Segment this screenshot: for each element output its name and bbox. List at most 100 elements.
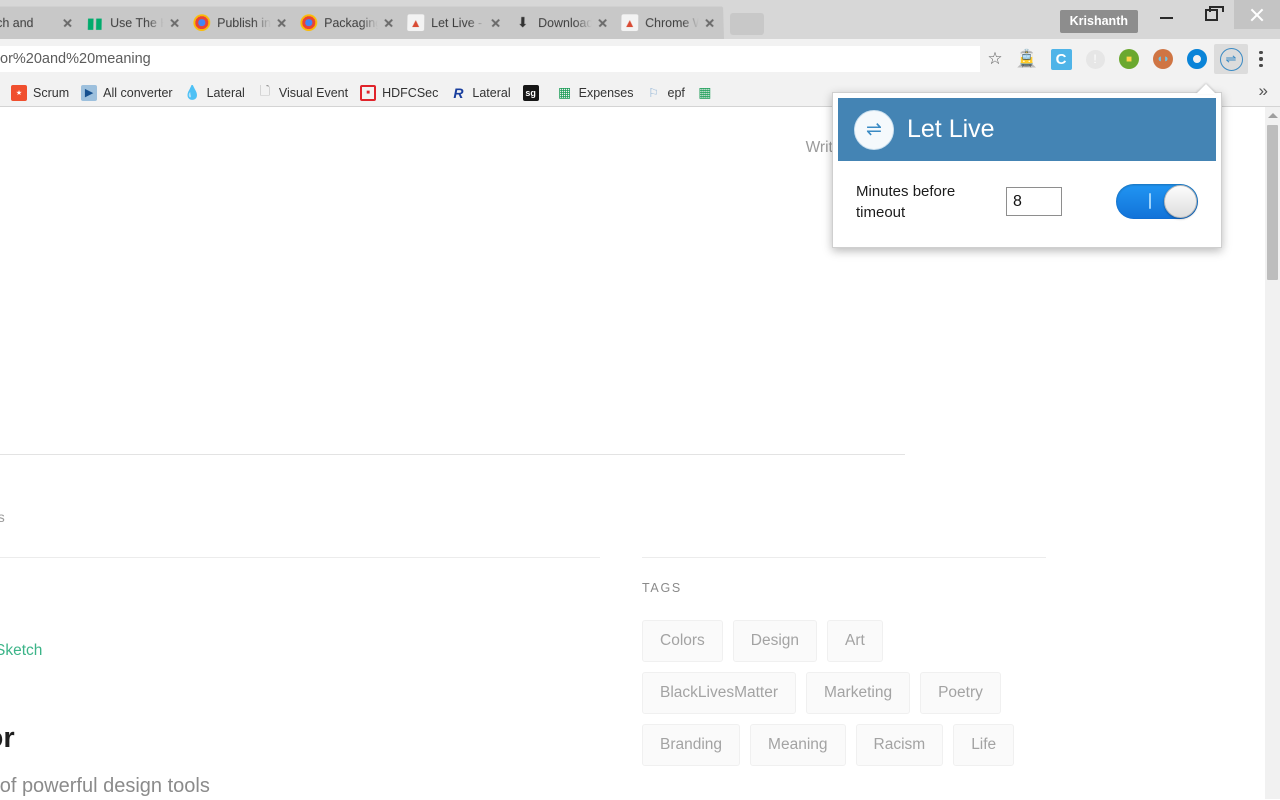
scrum-icon: ★ bbox=[11, 84, 27, 101]
train-extension-icon[interactable]: 🚊 bbox=[1010, 44, 1044, 74]
webstore-icon: ▲ bbox=[407, 14, 425, 32]
restore-icon bbox=[1205, 5, 1224, 21]
tab-title: earch and bbox=[0, 15, 34, 30]
enable-toggle[interactable] bbox=[1116, 184, 1198, 219]
menu-dot bbox=[1259, 57, 1263, 61]
bookmark-item[interactable]: ■ HDFCSec bbox=[355, 83, 445, 103]
let-live-extension-icon[interactable]: ⇌ bbox=[1214, 44, 1248, 74]
alert-extension-icon[interactable]: ! bbox=[1078, 44, 1112, 74]
tab-close-icon[interactable] bbox=[59, 15, 75, 31]
tab-close-icon[interactable] bbox=[702, 15, 718, 31]
bookmark-label: Scrum bbox=[33, 85, 70, 100]
evernote-glyph: ■ bbox=[1119, 49, 1139, 69]
browser-tab[interactable]: Publish in t bbox=[181, 6, 296, 39]
tag-chip[interactable]: BlackLivesMatter bbox=[642, 672, 797, 714]
ring-extension-icon[interactable] bbox=[1180, 44, 1214, 74]
restore-button[interactable] bbox=[1189, 0, 1234, 29]
popup-header: ⇌ Let Live bbox=[838, 98, 1216, 161]
bookmark-item[interactable]: ▦ bbox=[692, 83, 726, 103]
tag-chip[interactable]: Meaning bbox=[750, 724, 846, 766]
tag-chip[interactable]: Racism bbox=[855, 724, 944, 766]
webstore-icon: ▲ bbox=[621, 14, 639, 32]
bookmark-label: Lateral bbox=[206, 85, 245, 100]
bookmark-item[interactable]: sg bbox=[518, 83, 552, 103]
popup-arrow bbox=[1196, 84, 1216, 94]
close-window-button[interactable] bbox=[1234, 0, 1280, 29]
evernote-extension-icon[interactable]: ■ bbox=[1112, 44, 1146, 74]
bookmark-label: Visual Event bbox=[278, 85, 349, 100]
close-icon bbox=[1249, 7, 1265, 23]
minimize-icon bbox=[1160, 16, 1173, 19]
tab-title: Use The Hi bbox=[110, 15, 164, 30]
colorzilla-extension-icon[interactable]: C bbox=[1044, 44, 1078, 74]
bookmark-item[interactable]: R Lateral bbox=[445, 83, 517, 103]
browser-tab[interactable]: ▲ Chrome W bbox=[609, 6, 724, 39]
tab-title: Publish in t bbox=[217, 15, 271, 30]
bookmark-label: All converter bbox=[103, 85, 173, 100]
bookmark-item[interactable]: 🗋 Visual Event bbox=[252, 83, 355, 103]
loop-arrows-glyph: ⇌ bbox=[1219, 47, 1243, 71]
scroll-up-arrow-icon[interactable] bbox=[1265, 107, 1280, 123]
menu-dot bbox=[1259, 50, 1263, 55]
chrome-icon bbox=[300, 14, 318, 32]
tag-chip[interactable]: Design bbox=[732, 620, 818, 662]
bookmark-item[interactable]: ★ Scrum bbox=[6, 83, 76, 103]
divider-tags-top bbox=[642, 557, 1046, 558]
address-bar-value: or%20and%20meaning bbox=[0, 51, 151, 67]
popup-title: Let Live bbox=[907, 115, 995, 143]
browser-tab[interactable]: ▮▮ Use The Hi bbox=[74, 6, 189, 39]
tab-title: Download bbox=[538, 15, 592, 30]
bookmark-item[interactable]: ▦ Expenses bbox=[552, 83, 641, 103]
tag-chip[interactable]: Marketing bbox=[806, 672, 911, 714]
drupal-lateral-icon: 💧 bbox=[184, 84, 201, 101]
chrome-icon bbox=[193, 14, 211, 32]
goggles-glyph: ◖◗ bbox=[1153, 49, 1173, 69]
bookmark-item[interactable]: ▶ All converter bbox=[76, 83, 179, 103]
hdfcsec-icon: ■ bbox=[360, 84, 377, 101]
bookmark-label: Expenses bbox=[578, 85, 634, 100]
toggle-tick bbox=[1149, 193, 1151, 209]
browser-tab[interactable]: Packaging bbox=[288, 6, 403, 39]
loop-arrows-icon: ⇌ bbox=[854, 109, 894, 150]
bookmark-label: Lateral bbox=[472, 85, 511, 100]
promo-body-line-1-rest: , a set of powerful design tools bbox=[0, 775, 210, 797]
tag-chip[interactable]: Art bbox=[827, 620, 883, 662]
timeout-input[interactable] bbox=[1006, 187, 1062, 216]
extension-icons: 🚊 C ! ■ ◖◗ ⇌ bbox=[1010, 44, 1248, 74]
alert-glyph: ! bbox=[1085, 49, 1105, 69]
scrollbar-thumb[interactable] bbox=[1267, 125, 1278, 280]
tag-chip[interactable]: Branding bbox=[642, 724, 741, 766]
tab-strip: ☐ earch and ▮▮ Use The Hi Publish in t P… bbox=[0, 0, 1280, 39]
page-scrollbar[interactable] bbox=[1265, 107, 1280, 799]
browser-tab[interactable]: ⬇ Download bbox=[502, 6, 617, 39]
tab-title: Let Live - E bbox=[431, 15, 485, 30]
minimize-button[interactable] bbox=[1144, 0, 1189, 29]
train-glyph: 🚊 bbox=[1016, 49, 1038, 68]
sketch-link[interactable]: Sketch bbox=[0, 642, 42, 660]
medium-icon: ▮▮ bbox=[86, 14, 104, 32]
loop-arrows-glyph: ⇌ bbox=[866, 119, 882, 140]
new-tab-button[interactable] bbox=[730, 13, 764, 35]
bookmark-item[interactable]: 💧 Lateral bbox=[180, 83, 252, 103]
bookmark-star-icon[interactable]: ☆ bbox=[980, 44, 1010, 74]
bookmark-label: HDFCSec bbox=[382, 85, 439, 100]
tag-chip[interactable]: Poetry bbox=[920, 672, 1001, 714]
toggle-knob[interactable] bbox=[1164, 185, 1197, 218]
tag-chip[interactable]: Colors bbox=[642, 620, 723, 662]
browser-tab[interactable]: ▲ Let Live - E bbox=[395, 6, 510, 39]
divider-left-column bbox=[0, 557, 600, 558]
sheets-expenses-icon: ▦ bbox=[557, 84, 572, 101]
address-bar[interactable]: or%20and%20meaning bbox=[0, 46, 980, 72]
bookmark-item[interactable]: ⚐ epf bbox=[641, 83, 692, 103]
download-icon: ⬇ bbox=[516, 14, 529, 31]
bookmarks-overflow-button[interactable]: » bbox=[1251, 81, 1276, 104]
goggles-extension-icon[interactable]: ◖◗ bbox=[1146, 44, 1180, 74]
browser-tab[interactable]: ☐ earch and bbox=[0, 6, 82, 39]
three-dot-menu-icon[interactable] bbox=[1248, 44, 1274, 74]
tag-chip[interactable]: Life bbox=[953, 724, 1015, 766]
article-snippet-fragment: gs bbox=[0, 509, 5, 525]
tab-title: Chrome W bbox=[645, 15, 699, 30]
popup-inner: ⇌ Let Live Minutes before timeout bbox=[838, 98, 1216, 242]
visual-event-page-icon: 🗋 bbox=[259, 84, 271, 98]
profile-chip[interactable]: Krishanth bbox=[1059, 10, 1138, 33]
